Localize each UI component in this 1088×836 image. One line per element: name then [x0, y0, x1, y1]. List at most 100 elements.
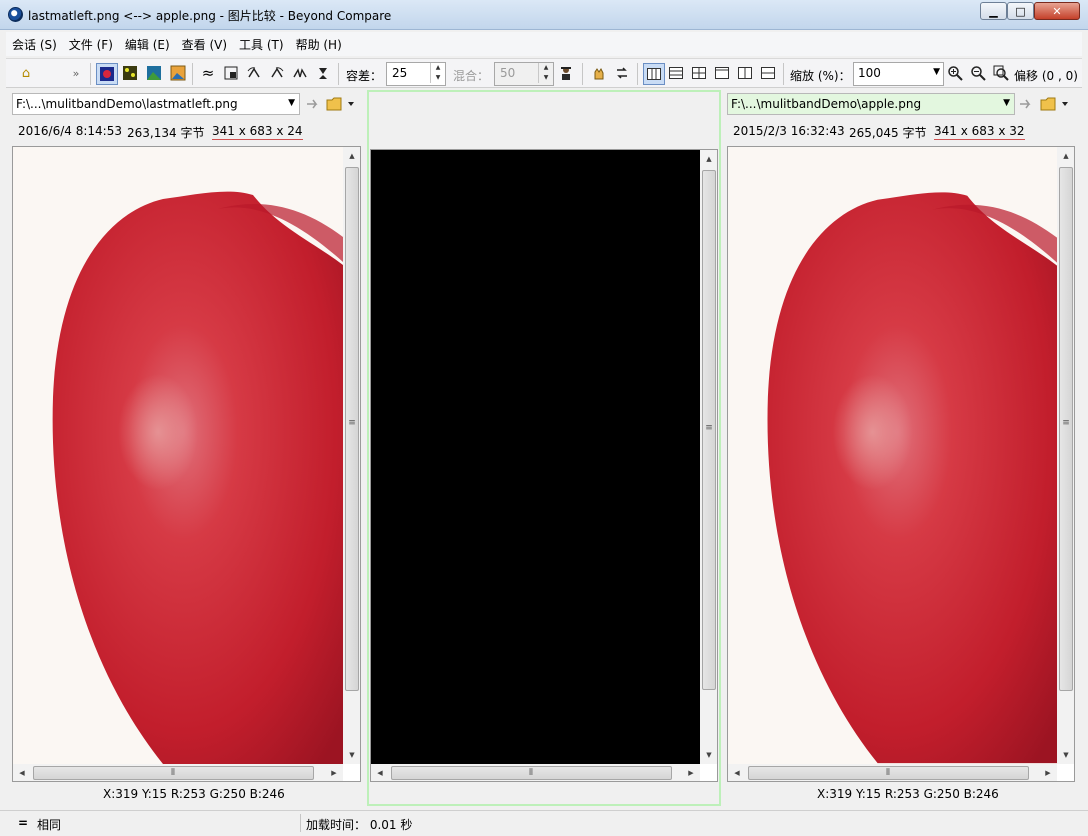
left-vertical-scroll-thumb[interactable] — [345, 167, 359, 691]
zoom-select[interactable]: 100 ▼ — [853, 62, 944, 86]
scroll-left-icon[interactable]: ◀ — [13, 764, 31, 781]
left-open-folder-button[interactable] — [326, 94, 356, 114]
tolerance-stepper[interactable]: 25 ▲ ▼ — [386, 62, 446, 86]
middle-horizontal-scrollbar[interactable]: ◀ ⦀ ▶ — [371, 764, 700, 781]
show-differences-button[interactable] — [120, 63, 140, 83]
middle-vertical-scrollbar[interactable]: ▲ ≡ ▼ — [700, 150, 717, 764]
right-vertical-scrollbar[interactable]: ▲ ≡ ▼ — [1057, 147, 1074, 764]
flip-vertical-button[interactable] — [313, 63, 333, 83]
right-open-folder-button[interactable] — [1040, 94, 1070, 114]
left-file-size: 263,134 字节 — [127, 126, 205, 140]
layout-two-rows-button[interactable] — [758, 63, 778, 83]
scroll-up-icon[interactable]: ▲ — [1057, 147, 1074, 165]
show-same-button[interactable] — [144, 63, 164, 83]
tolerance-mode-button[interactable]: ≈ — [198, 63, 218, 83]
maximize-button[interactable]: □ — [1007, 2, 1034, 20]
scroll-up-icon[interactable]: ▲ — [343, 147, 360, 165]
tolerance-label: 容差： — [346, 69, 383, 83]
right-reload-button[interactable] — [1017, 95, 1035, 113]
grip-icon: ≡ — [348, 418, 356, 428]
difference-pane[interactable]: ▲ ≡ ▼ ◀ ⦀ ▶ — [370, 149, 718, 782]
left-reload-button[interactable] — [304, 95, 322, 113]
left-vertical-scrollbar[interactable]: ▲ ≡ ▼ — [343, 147, 360, 764]
scroll-down-icon[interactable]: ▼ — [700, 746, 717, 764]
fit-button[interactable] — [221, 63, 241, 83]
show-all-button[interactable] — [96, 63, 118, 85]
scroll-right-icon[interactable]: ▶ — [1039, 764, 1057, 781]
home-button[interactable]: ⌂ — [16, 63, 36, 83]
scroll-up-icon[interactable]: ▲ — [700, 150, 717, 168]
scroll-down-icon[interactable]: ▼ — [1057, 746, 1074, 764]
right-file-date: 2015/2/3 16:32:43 — [733, 124, 845, 138]
zoom-fit-button[interactable] — [991, 63, 1011, 83]
person-button[interactable] — [556, 63, 576, 83]
toolbar-separator — [192, 63, 193, 85]
left-image-pane[interactable]: ▲ ≡ ▼ ◀ ⦀ ▶ — [12, 146, 361, 782]
difference-image-view[interactable] — [371, 150, 700, 764]
zoom-in-button[interactable] — [945, 63, 965, 83]
right-path-input[interactable]: F:\...\mulitbandDemo\apple.png ▼ — [727, 93, 1015, 115]
layout-single-button[interactable] — [712, 63, 732, 83]
menu-view[interactable]: 查看 (V) — [176, 36, 233, 53]
zoom-value: 100 — [858, 66, 881, 80]
layout-grid-icon — [692, 67, 706, 79]
arrow-icon — [1020, 99, 1031, 109]
scroll-left-icon[interactable]: ◀ — [728, 764, 746, 781]
right-file-dimensions: 341 x 683 x 32 — [934, 124, 1025, 140]
flip-horizontal-icon — [293, 68, 307, 78]
right-image-view[interactable] — [728, 147, 1057, 764]
rotate-left-icon — [247, 67, 260, 78]
menu-help[interactable]: 帮助 (H) — [290, 36, 348, 53]
layout-two-columns-button[interactable] — [735, 63, 755, 83]
title-bar: lastmatleft.png <--> apple.png - 图片比较 - … — [0, 0, 1088, 30]
left-path-value: F:\...\mulitbandDemo\lastmatleft.png — [16, 97, 238, 111]
offset-label: 偏移 (0 , 0) — [1014, 69, 1078, 83]
show-picture-button[interactable] — [168, 63, 188, 83]
menu-tools[interactable]: 工具 (T) — [233, 36, 290, 53]
sync-icon — [617, 67, 627, 79]
stepper-arrows-icon[interactable]: ▲ ▼ — [430, 63, 445, 83]
zoom-fit-icon — [993, 65, 1009, 81]
swap-sides-button[interactable] — [589, 63, 609, 83]
scroll-right-icon[interactable]: ▶ — [682, 764, 700, 781]
toolbar-overflow-button[interactable]: » — [68, 63, 84, 83]
right-horizontal-scrollbar[interactable]: ◀ ⦀ ▶ — [728, 764, 1057, 781]
menu-edit[interactable]: 编辑 (E) — [119, 36, 176, 53]
sync-button[interactable] — [612, 63, 632, 83]
flip-horizontal-button[interactable] — [290, 63, 310, 83]
zoom-label: 缩放 (%)： — [790, 69, 851, 83]
layout-columns-icon — [647, 68, 661, 80]
toolbar-separator — [90, 63, 91, 85]
close-button[interactable]: ✕ — [1034, 2, 1080, 20]
picture-icon — [170, 65, 186, 81]
toolbar-separator — [338, 63, 339, 85]
minimize-button[interactable]: ▁ — [980, 2, 1007, 20]
toolbar: ⌂ » ≈ 容差： 25 ▲ ▼ 混合： 50 ▲ ▼ 缩放 (%)： 100 … — [6, 58, 1082, 88]
arrow-icon — [307, 99, 318, 109]
layout-grid-button[interactable] — [689, 63, 709, 83]
layout-stacked-button[interactable] — [666, 63, 686, 83]
left-horizontal-scrollbar[interactable]: ◀ ⦀ ▶ — [13, 764, 343, 781]
menu-file[interactable]: 文件 (F) — [63, 36, 119, 53]
scroll-down-icon[interactable]: ▼ — [343, 746, 360, 764]
home-icon: ⌂ — [21, 65, 31, 81]
tolerance-value: 25 — [392, 66, 408, 80]
toolbar-separator — [582, 63, 583, 85]
layout-side-by-side-button[interactable] — [643, 63, 665, 85]
right-image-pane[interactable]: ▲ ≡ ▼ ◀ ⦀ ▶ — [727, 146, 1075, 782]
picture-diff-icon — [100, 67, 114, 81]
approx-icon: ≈ — [201, 64, 215, 82]
scroll-left-icon[interactable]: ◀ — [371, 764, 389, 781]
rotate-right-button[interactable] — [267, 63, 287, 83]
person-icon — [561, 67, 571, 80]
layout-two-rows-icon — [761, 67, 775, 79]
scroll-right-icon[interactable]: ▶ — [325, 764, 343, 781]
zoom-out-button[interactable] — [968, 63, 988, 83]
grip-icon: ≡ — [1062, 418, 1070, 428]
left-image-view[interactable] — [13, 147, 343, 765]
rotate-left-button[interactable] — [244, 63, 264, 83]
blend-label: 混合： — [453, 69, 490, 83]
right-vertical-scroll-thumb[interactable] — [1059, 167, 1073, 691]
left-path-input[interactable]: F:\...\mulitbandDemo\lastmatleft.png ▼ — [12, 93, 300, 115]
menu-session[interactable]: 会话 (S) — [6, 36, 63, 53]
